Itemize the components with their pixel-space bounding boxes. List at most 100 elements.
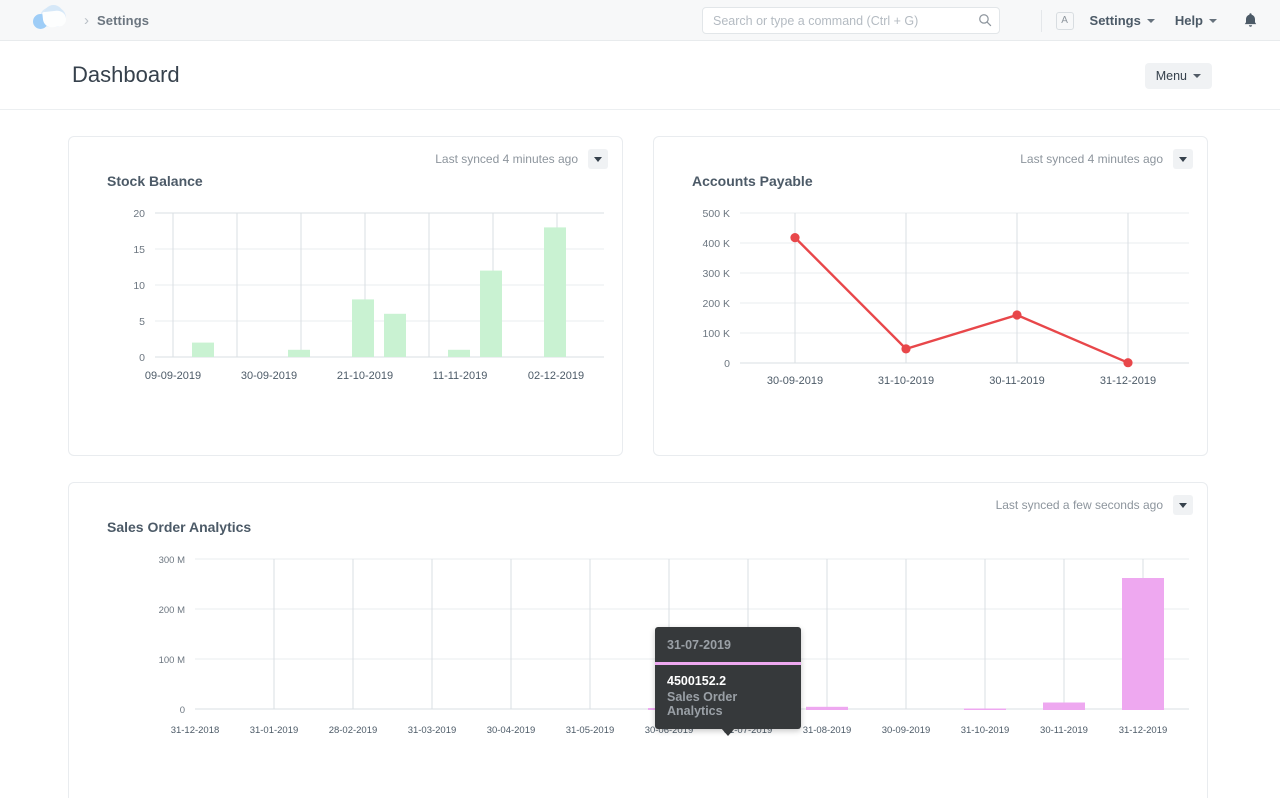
bar-series [192,227,566,357]
settings-menu[interactable]: Settings [1090,13,1155,28]
y-tick: 0 [180,705,185,716]
x-tick: 30-04-2019 [487,725,536,736]
chevron-down-icon [1179,156,1187,162]
tooltip-value: 4500152.2 [667,674,727,688]
dashboard-row-1: Last synced 4 minutes ago Stock Balance [68,136,1212,456]
x-tick: 31-10-2019 [961,725,1010,736]
breadcrumb-chevron-icon: › [84,11,89,29]
avatar[interactable]: A [1055,11,1074,30]
chevron-down-icon [1209,18,1217,23]
x-tick: 21-10-2019 [337,370,393,382]
data-point [1123,358,1133,368]
y-tick: 100 M [159,655,185,666]
chevron-down-icon [1146,18,1155,23]
chevron-down-icon [1179,502,1187,508]
x-axis-labels: 09-09-2019 30-09-2019 21-10-2019 11-11-2… [145,370,584,382]
dashboard-board: Last synced 4 minutes ago Stock Balance [0,136,1280,798]
bar [192,342,214,357]
y-axis-labels: 300 M 200 M 100 M 0 [159,555,185,716]
sync-group: Last synced a few seconds ago [996,495,1193,515]
dashboard-row-2: Last synced a few seconds ago Sales Orde… [68,482,1212,798]
bar [480,270,502,357]
settings-menu-label: Settings [1089,13,1141,28]
breadcrumb[interactable]: Settings [97,13,149,28]
y-axis-labels: 20 15 10 5 0 [133,208,145,364]
menu-button-label: Menu [1155,69,1187,83]
bar [1122,578,1164,710]
y-tick: 100 K [703,328,730,340]
data-point [901,344,911,354]
x-tick: 28-02-2019 [329,725,378,736]
bar [352,299,374,357]
y-tick: 0 [724,358,730,370]
page-header: Dashboard [0,41,1280,110]
bar [384,313,406,357]
chart-card-sales-order-analytics: Last synced a few seconds ago Sales Orde… [68,482,1208,798]
y-tick: 15 [133,244,145,256]
bar [964,708,1006,710]
x-tick: 31-12-2019 [1119,725,1168,736]
x-tick: 30-11-2019 [1040,725,1088,736]
x-tick: 30-11-2019 [989,375,1044,387]
x-tick: 31-12-2018 [171,725,220,736]
tooltip-label: Sales Order Analytics [667,690,738,718]
x-tick: 02-12-2019 [528,370,584,382]
bell-icon[interactable] [1243,12,1258,29]
data-point [790,233,800,243]
x-tick: 30-09-2019 [767,375,823,387]
menu-button[interactable]: Menu [1144,63,1212,89]
y-tick: 300 K [703,268,730,280]
x-axis-labels: 30-09-2019 31-10-2019 30-11-2019 31-12-2… [767,375,1156,387]
sales-order-analytics-chart: 300 M 200 M 100 M 0 31-12-2018 31-01-201… [69,535,1207,749]
chart-tooltip: 31-07-2019 4500152.2 Sales Order Analyti… [655,627,801,736]
x-tick: 31-08-2019 [803,725,852,736]
y-tick: 400 K [703,238,730,250]
y-tick: 0 [139,352,145,364]
tooltip-title: 31-07-2019 [655,627,801,665]
chevron-down-icon [1193,74,1201,78]
cloud-logo-icon[interactable] [30,5,70,35]
y-tick: 20 [133,208,145,220]
chevron-down-icon [594,156,602,162]
card-menu-button[interactable] [588,149,608,169]
x-tick: 31-03-2019 [408,725,457,736]
y-gridlines [740,212,1189,364]
chart-card-stock-balance: Last synced 4 minutes ago Stock Balance [68,136,623,456]
x-tick: 31-10-2019 [878,375,934,387]
y-tick: 200 K [703,298,730,310]
bar [1043,702,1085,710]
y-tick: 5 [139,316,145,328]
help-menu[interactable]: Help [1175,13,1217,28]
y-tick: 200 M [159,605,185,616]
y-tick: 10 [133,280,145,292]
y-gridlines [155,212,604,358]
sync-group: Last synced 4 minutes ago [435,149,608,169]
chart-card-accounts-payable: Last synced 4 minutes ago Accounts Payab… [653,136,1208,456]
sync-group: Last synced 4 minutes ago [1020,149,1193,169]
x-tick: 11-11-2019 [433,370,488,382]
data-point [1012,310,1022,320]
bar [448,349,470,357]
search-input[interactable] [702,7,1000,34]
top-navbar: › Settings A Settings Help [0,0,1280,41]
x-tick: 09-09-2019 [145,370,201,382]
navbar-right-group: A Settings Help [1040,0,1258,41]
stock-balance-chart: 20 15 10 5 0 09-09-2019 30-09-2019 21-10… [69,189,622,393]
sync-status: Last synced 4 minutes ago [1020,152,1163,166]
accounts-payable-chart: 500 K 400 K 300 K 200 K 100 K 0 30-09-20… [654,189,1207,393]
y-axis-labels: 500 K 400 K 300 K 200 K 100 K 0 [703,208,731,370]
card-menu-button[interactable] [1173,495,1193,515]
x-tick: 30-09-2019 [241,370,297,382]
card-menu-button[interactable] [1173,149,1193,169]
navbar-divider [1040,9,1042,32]
help-menu-label: Help [1174,13,1203,28]
tooltip-arrow-icon [721,728,735,736]
navbar-left-group: › Settings [30,5,149,35]
y-tick: 500 K [703,208,730,220]
x-tick: 30-09-2019 [882,725,931,736]
tooltip-body: 4500152.2 Sales Order Analytics [655,665,801,729]
x-tick: 31-05-2019 [566,725,615,736]
bar [544,227,566,357]
sync-status: Last synced 4 minutes ago [435,152,578,166]
bar [806,706,848,710]
